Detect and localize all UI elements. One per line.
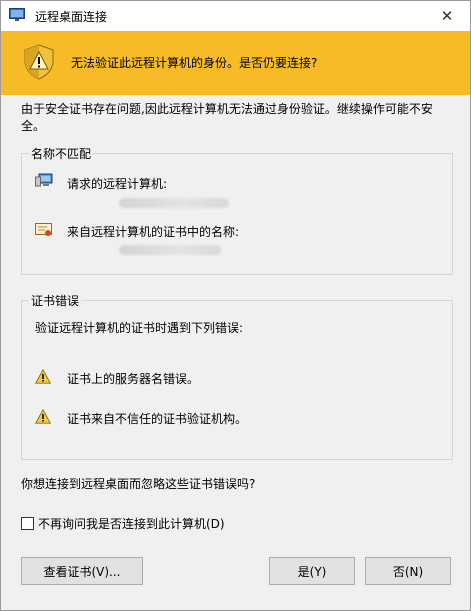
view-certificate-button[interactable]: 查看证书(V)... [21, 557, 143, 585]
title-bar: 远程桌面连接 ✕ [1, 1, 470, 31]
description-text: 由于安全证书存在问题,因此远程计算机无法通过身份验证。继续操作可能不安全。 [21, 102, 433, 133]
certificate-errors-title: 证书错误 [29, 292, 82, 309]
cert-error-item: 证书来自不信任的证书验证机构。 [67, 412, 248, 426]
close-icon: ✕ [440, 7, 454, 25]
window-title: 远程桌面连接 [35, 10, 108, 24]
dont-ask-again-label: 不再询问我是否连接到此计算机(D) [38, 517, 225, 531]
certificate-name-value-redacted [119, 245, 221, 255]
name-mismatch-group [21, 153, 453, 275]
dont-ask-again-checkbox[interactable] [21, 517, 34, 530]
close-button[interactable]: ✕ [424, 1, 470, 31]
cert-error-item: 证书上的服务器名错误。 [67, 372, 200, 386]
yes-button[interactable]: 是(Y) [269, 557, 355, 585]
banner-message: 无法验证此远程计算机的身份。是否仍要连接? [71, 56, 318, 70]
remote-desktop-icon [9, 8, 25, 21]
warning-banner: 无法验证此远程计算机的身份。是否仍要连接? [1, 31, 470, 95]
certificate-icon [35, 223, 52, 236]
warning-icon [35, 409, 51, 424]
remote-desktop-dialog: 远程桌面连接 ✕ 无法验证此远程计算机的身份。是否仍要连接? 由于安全证书存在问… [0, 0, 471, 611]
requested-computer-label: 请求的远程计算机: [67, 177, 168, 191]
certificate-errors-intro: 验证远程计算机的证书时遇到下列错误: [35, 321, 244, 335]
ignore-errors-question: 你想连接到远程桌面而忽略这些证书错误吗? [21, 477, 256, 491]
requested-computer-value-redacted [119, 198, 229, 208]
no-button[interactable]: 否(N) [365, 557, 451, 585]
computer-icon [35, 173, 53, 187]
warning-icon [35, 369, 51, 384]
shield-warning-icon [24, 44, 54, 80]
dont-ask-again-option[interactable]: 不再询问我是否连接到此计算机(D) [21, 515, 225, 532]
certificate-name-label: 来自远程计算机的证书中的名称: [67, 225, 240, 239]
name-mismatch-title: 名称不匹配 [29, 145, 94, 162]
